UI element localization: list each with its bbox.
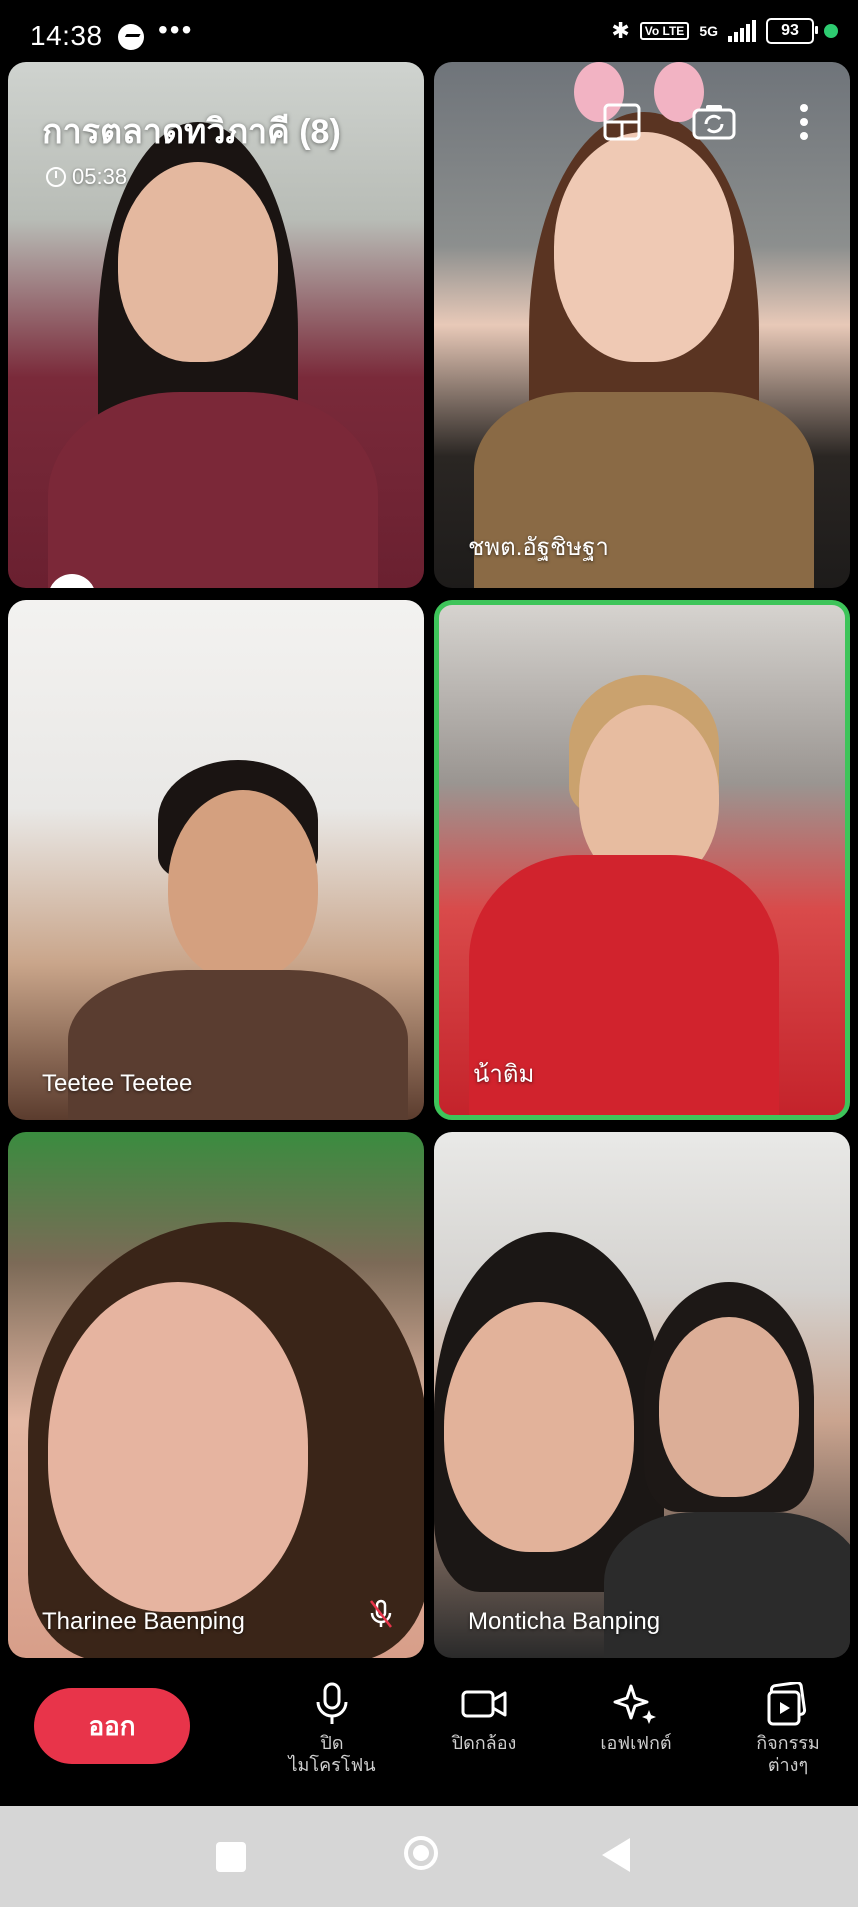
clock: 14:38 — [30, 20, 103, 51]
microphone-icon — [316, 1682, 348, 1724]
status-bar: 14:38 ••• ✱ Vo LTE 5G 93 — [0, 0, 858, 66]
leave-button[interactable]: ออก — [34, 1688, 190, 1764]
switch-camera-button[interactable] — [692, 100, 736, 144]
network-type: 5G — [699, 23, 718, 39]
more-vertical-icon — [800, 104, 808, 140]
mic-toggle-button[interactable]: ปิด ไมโครโฟน — [272, 1682, 392, 1776]
video-camera-icon — [461, 1690, 507, 1718]
participant-name: ชพต.อัฐชิษฐา — [468, 534, 609, 561]
sparkle-icon — [613, 1684, 656, 1724]
home-icon[interactable] — [404, 1836, 438, 1870]
timer-value: 05:38 — [72, 164, 128, 189]
camera-toggle-button[interactable]: ปิดกล้อง — [424, 1682, 544, 1754]
recording-indicator-icon — [824, 24, 838, 38]
meeting-title: การตลาดทวิภาคี (8) — [42, 113, 341, 151]
mic-toggle-label: ปิด ไมโครโฟน — [288, 1733, 376, 1775]
participant-name: Teetee Teetee — [42, 1070, 193, 1097]
camera-toggle-label: ปิดกล้อง — [451, 1733, 517, 1753]
bluetooth-icon: ✱ — [611, 18, 630, 43]
video-tile-6[interactable]: Monticha Banping — [434, 1132, 850, 1658]
activities-label: กิจกรรม ต่างๆ — [756, 1733, 820, 1775]
more-options-button[interactable] — [782, 100, 826, 144]
volte-badge: Vo LTE — [639, 22, 690, 40]
system-navigation-bar — [0, 1806, 858, 1907]
video-tile-3[interactable]: Teetee Teetee — [8, 600, 424, 1120]
more-notifications-icon: ••• — [158, 14, 194, 45]
layout-icon — [603, 103, 641, 141]
video-tile-4-active-speaker[interactable]: น้าติม — [434, 600, 850, 1120]
participant-name: Tharinee Baenping — [42, 1608, 245, 1635]
activities-button[interactable]: กิจกรรม ต่างๆ — [728, 1682, 848, 1776]
smiley-icon: ☺ — [56, 582, 89, 588]
battery-icon: 93 — [766, 18, 818, 44]
clock-icon — [46, 167, 66, 187]
meeting-timer: 05:38 — [46, 164, 127, 190]
signal-icon — [728, 20, 756, 42]
participant-name: น้าติม — [473, 1061, 535, 1088]
participant-name: Monticha Banping — [468, 1608, 661, 1635]
recents-icon[interactable] — [216, 1842, 246, 1872]
layout-button[interactable] — [600, 100, 644, 144]
switch-camera-icon — [692, 105, 736, 140]
back-icon[interactable] — [602, 1838, 630, 1872]
video-tile-5[interactable]: Tharinee Baenping — [8, 1132, 424, 1658]
effects-label: เอฟเฟกต์ — [600, 1733, 672, 1753]
mic-off-icon — [370, 1599, 392, 1628]
battery-level: 93 — [781, 22, 799, 39]
messenger-icon — [118, 24, 144, 50]
muted-indicator — [368, 1599, 394, 1634]
activities-icon — [767, 1682, 807, 1726]
effects-button[interactable]: เอฟเฟกต์ — [576, 1682, 696, 1754]
status-icons: ✱ Vo LTE 5G 93 — [611, 18, 838, 44]
call-controls: ออก ปิด ไมโครโฟน ปิดกล้อง เอฟเฟกต์ กิจกร… — [0, 1660, 858, 1806]
